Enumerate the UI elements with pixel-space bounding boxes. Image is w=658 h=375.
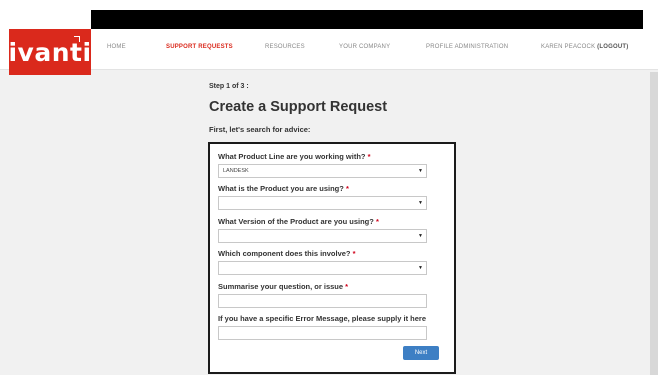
product-label: What is the Product you are using? * — [218, 184, 349, 193]
nav-item-profile-administration[interactable]: PROFILE ADMINISTRATION — [426, 44, 508, 50]
page-scrollbar[interactable] — [650, 72, 658, 375]
user-name: KAREN PEACOCK — [541, 44, 596, 50]
component-select[interactable]: ▼ — [218, 261, 427, 275]
nav-item-user: KAREN PEACOCK (LOGOUT) — [541, 44, 628, 50]
next-button[interactable]: Next — [403, 346, 439, 360]
product-label-text: What is the Product you are using? — [218, 184, 344, 193]
logout-link[interactable]: (LOGOUT) — [597, 44, 628, 50]
caret-down-icon: ▼ — [418, 200, 423, 206]
caret-down-icon: ▼ — [418, 265, 423, 271]
question-label-text: Summarise your question, or issue — [218, 282, 344, 291]
question-input[interactable] — [218, 294, 427, 308]
required-marker: * — [367, 152, 371, 161]
required-marker: * — [352, 249, 356, 258]
nav-item-home[interactable]: HOME — [107, 44, 126, 50]
product-line-label: What Product Line are you working with? … — [218, 152, 371, 161]
nav-item-support-requests[interactable]: SUPPORT REQUESTS — [166, 44, 233, 50]
product-line-value: LANDESK — [223, 168, 249, 174]
nav-item-resources[interactable]: RESOURCES — [265, 44, 305, 50]
required-marker: * — [375, 217, 379, 226]
ivanti-logo[interactable]: ivanti — [8, 29, 91, 75]
required-marker: * — [345, 184, 349, 193]
product-select[interactable]: ▼ — [218, 196, 427, 210]
version-label-text: What Version of the Product are you usin… — [218, 217, 374, 226]
caret-down-icon: ▼ — [418, 168, 423, 174]
logo-mark-icon — [74, 36, 80, 42]
question-label: Summarise your question, or issue * — [218, 282, 348, 291]
top-black-band — [91, 10, 643, 29]
version-label: What Version of the Product are you usin… — [218, 217, 379, 226]
product-line-label-text: What Product Line are you working with? — [218, 152, 366, 161]
step-indicator: Step 1 of 3 : — [209, 83, 249, 90]
component-label: Which component does this involve? * — [218, 249, 356, 258]
component-label-text: Which component does this involve? — [218, 249, 351, 258]
nav-item-your-company[interactable]: YOUR COMPANY — [339, 44, 390, 50]
page-subtitle: First, let's search for advice: — [209, 125, 311, 134]
error-message-label: If you have a specific Error Message, pl… — [218, 314, 427, 323]
caret-down-icon: ▼ — [418, 233, 423, 239]
version-select[interactable]: ▼ — [218, 229, 427, 243]
page-title: Create a Support Request — [209, 99, 388, 115]
required-marker: * — [345, 282, 349, 291]
product-line-select[interactable]: LANDESK ▼ — [218, 164, 427, 178]
error-message-input[interactable] — [218, 326, 427, 340]
